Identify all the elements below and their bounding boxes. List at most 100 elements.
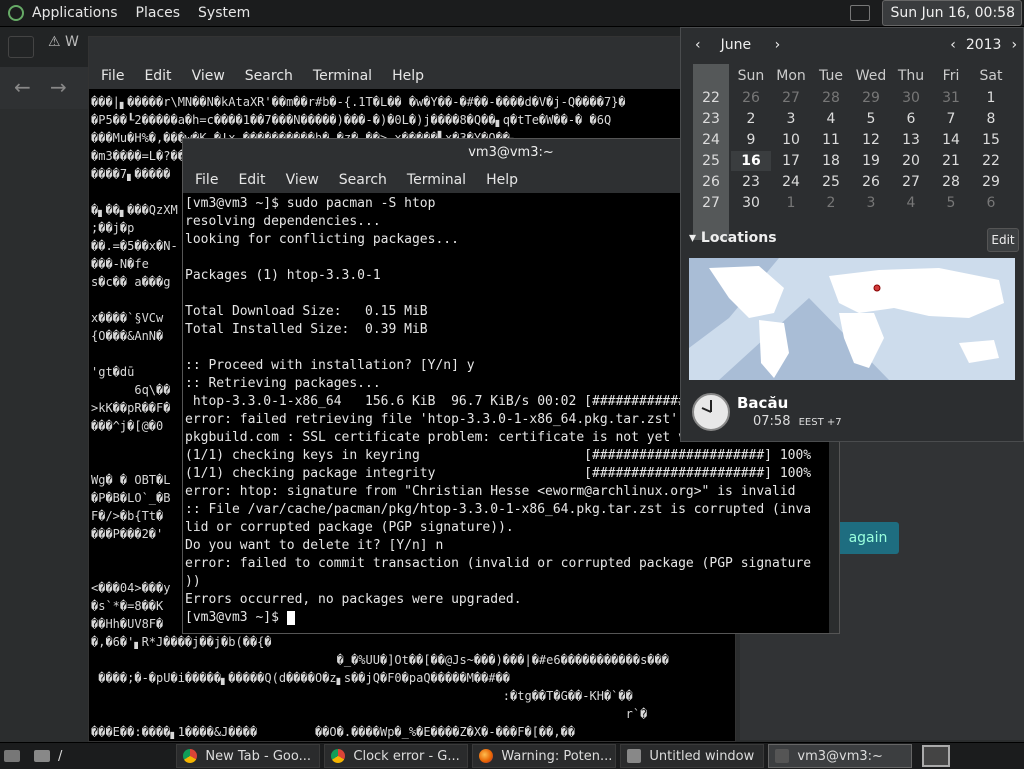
- panel-clock[interactable]: Sun Jun 16, 00:58: [881, 0, 1022, 26]
- locations-title[interactable]: ▾ Locations: [689, 230, 777, 246]
- menu-edit[interactable]: Edit: [238, 172, 265, 188]
- terminal-line: [vm3@vm3 ~]$: [185, 609, 837, 627]
- prev-year-icon[interactable]: ‹: [950, 37, 956, 53]
- calendar-day-name: Fri: [942, 68, 960, 84]
- taskbar-window-button[interactable]: New Tab - Goo...: [176, 744, 321, 768]
- menu-help[interactable]: Help: [486, 172, 518, 188]
- menu-terminal[interactable]: Terminal: [407, 172, 466, 188]
- terminal-line: )): [185, 574, 201, 589]
- terminal-line: :: File /var/cache/pacman/pkg/htop-3.3.0…: [185, 502, 812, 517]
- calendar-day[interactable]: 19: [851, 151, 891, 171]
- calendar-day[interactable]: 1: [971, 88, 1011, 108]
- calendar-day[interactable]: 14: [931, 130, 971, 150]
- calendar-day[interactable]: 26: [851, 172, 891, 192]
- calendar-day[interactable]: 11: [811, 130, 851, 150]
- show-desktop-button[interactable]: [0, 745, 24, 767]
- calendar-day[interactable]: 31: [931, 88, 971, 108]
- calendar-day[interactable]: 27: [891, 172, 931, 192]
- terminal-back-titlebar[interactable]: [89, 37, 735, 63]
- calendar-day[interactable]: 15: [971, 130, 1011, 150]
- calendar-day[interactable]: 30: [891, 88, 931, 108]
- calendar-day[interactable]: 1: [771, 193, 811, 213]
- calendar-day-name: Thu: [897, 68, 925, 84]
- menu-edit[interactable]: Edit: [144, 68, 171, 84]
- calendar-day[interactable]: 10: [771, 130, 811, 150]
- menu-search[interactable]: Search: [245, 68, 293, 84]
- calendar-day[interactable]: 26: [731, 88, 771, 108]
- forward-arrow-icon[interactable]: →: [50, 75, 67, 99]
- back-arrow-icon[interactable]: ←: [14, 75, 31, 99]
- terminal-back-line: �,�6�'▖R*J����j��j�b(��{�: [91, 635, 272, 649]
- edit-locations-button[interactable]: Edit: [987, 228, 1019, 252]
- calendar-day[interactable]: 29: [851, 88, 891, 108]
- menu-applications[interactable]: Applications: [32, 5, 118, 21]
- calendar-day[interactable]: 3: [851, 193, 891, 213]
- window-list: New Tab - Goo... Clock error - G... Warnin…: [176, 744, 916, 768]
- menu-terminal[interactable]: Terminal: [313, 68, 372, 84]
- distro-logo-icon[interactable]: [8, 5, 24, 21]
- desktop-icon: [4, 750, 20, 762]
- next-year-icon[interactable]: ›: [1011, 37, 1017, 53]
- menu-system[interactable]: System: [198, 5, 250, 21]
- calendar-day[interactable]: 9: [731, 130, 771, 150]
- calendar-day[interactable]: 24: [771, 172, 811, 192]
- calendar-day[interactable]: 21: [931, 151, 971, 171]
- calendar-day[interactable]: 2: [731, 109, 771, 129]
- calendar-day[interactable]: 23: [731, 172, 771, 192]
- calendar-day[interactable]: 6: [891, 109, 931, 129]
- menu-view[interactable]: View: [192, 68, 225, 84]
- calendar-day[interactable]: 4: [811, 109, 851, 129]
- calendar-day[interactable]: 28: [931, 172, 971, 192]
- taskbar-window-button[interactable]: Untitled window: [620, 744, 765, 768]
- try-again-button[interactable]: again: [837, 522, 899, 554]
- calendar-day[interactable]: 6: [971, 193, 1011, 213]
- calendar-day[interactable]: 13: [891, 130, 931, 150]
- calendar-week-number: 27: [702, 195, 720, 211]
- calendar-day[interactable]: 22: [971, 151, 1011, 171]
- calendar-day[interactable]: 4: [891, 193, 931, 213]
- calendar-day[interactable]: 2: [811, 193, 851, 213]
- browser-tab-icon[interactable]: [8, 36, 34, 58]
- taskbar-window-button[interactable]: Warning: Poten...: [472, 744, 617, 768]
- calendar-day[interactable]: 17: [771, 151, 811, 171]
- calendar-day[interactable]: 30: [731, 193, 771, 213]
- show-desktop-icon[interactable]: [849, 5, 870, 21]
- terminal-back-line: :�tg��T�G��-KH�`��: [91, 689, 633, 703]
- terminal-line: (1/1) checking package integrity [######…: [185, 466, 812, 481]
- terminal-back-line: ���E��:����▖1����&J���� ��O�.����Wp�_%�E…: [91, 725, 576, 739]
- menu-search[interactable]: Search: [339, 172, 387, 188]
- terminal-back-line: �P5��┖2�����a�h=c����1��7���N�����)���-�…: [91, 113, 612, 127]
- calendar-day[interactable]: 5: [851, 109, 891, 129]
- calendar-day[interactable]: 18: [811, 151, 851, 171]
- calendar-day[interactable]: 16: [731, 151, 771, 171]
- workspace-switcher[interactable]: [922, 745, 951, 767]
- calendar-day[interactable]: 5: [931, 193, 971, 213]
- calendar-day[interactable]: 28: [811, 88, 851, 108]
- taskbar-window-button[interactable]: vm3@vm3:~: [768, 744, 913, 768]
- analog-clock-icon: [692, 393, 730, 431]
- calendar-day[interactable]: 25: [811, 172, 851, 192]
- folder-launcher[interactable]: /: [28, 745, 68, 767]
- calendar-week-number: 24: [702, 132, 720, 148]
- prev-month-icon[interactable]: ‹: [695, 37, 701, 53]
- menu-file[interactable]: File: [195, 172, 218, 188]
- calendar-day-name: Sun: [737, 68, 765, 84]
- terminal-back-line: ���|▖�����r\MN��N�kAtaXR'��m��r#b�-{.1T�…: [91, 95, 626, 109]
- calendar-day[interactable]: 7: [931, 109, 971, 129]
- taskbar-window-label: vm3@vm3:~: [797, 748, 883, 764]
- calendar-day[interactable]: 29: [971, 172, 1011, 192]
- locations-label: Locations: [700, 230, 777, 246]
- taskbar-window-button[interactable]: Clock error - G...: [324, 744, 469, 768]
- bottom-panel: / New Tab - Goo... Clock error - G... Warn…: [0, 742, 1024, 769]
- calendar-day[interactable]: 3: [771, 109, 811, 129]
- next-month-icon[interactable]: ›: [775, 37, 781, 53]
- calendar-day[interactable]: 20: [891, 151, 931, 171]
- calendar-day[interactable]: 27: [771, 88, 811, 108]
- menu-view[interactable]: View: [286, 172, 319, 188]
- menu-file[interactable]: File: [101, 68, 124, 84]
- menu-places[interactable]: Places: [136, 5, 181, 21]
- calendar-day[interactable]: 12: [851, 130, 891, 150]
- calendar-day[interactable]: 8: [971, 109, 1011, 129]
- menu-help[interactable]: Help: [392, 68, 424, 84]
- browser-tab-warning[interactable]: ⚠ W: [48, 34, 88, 58]
